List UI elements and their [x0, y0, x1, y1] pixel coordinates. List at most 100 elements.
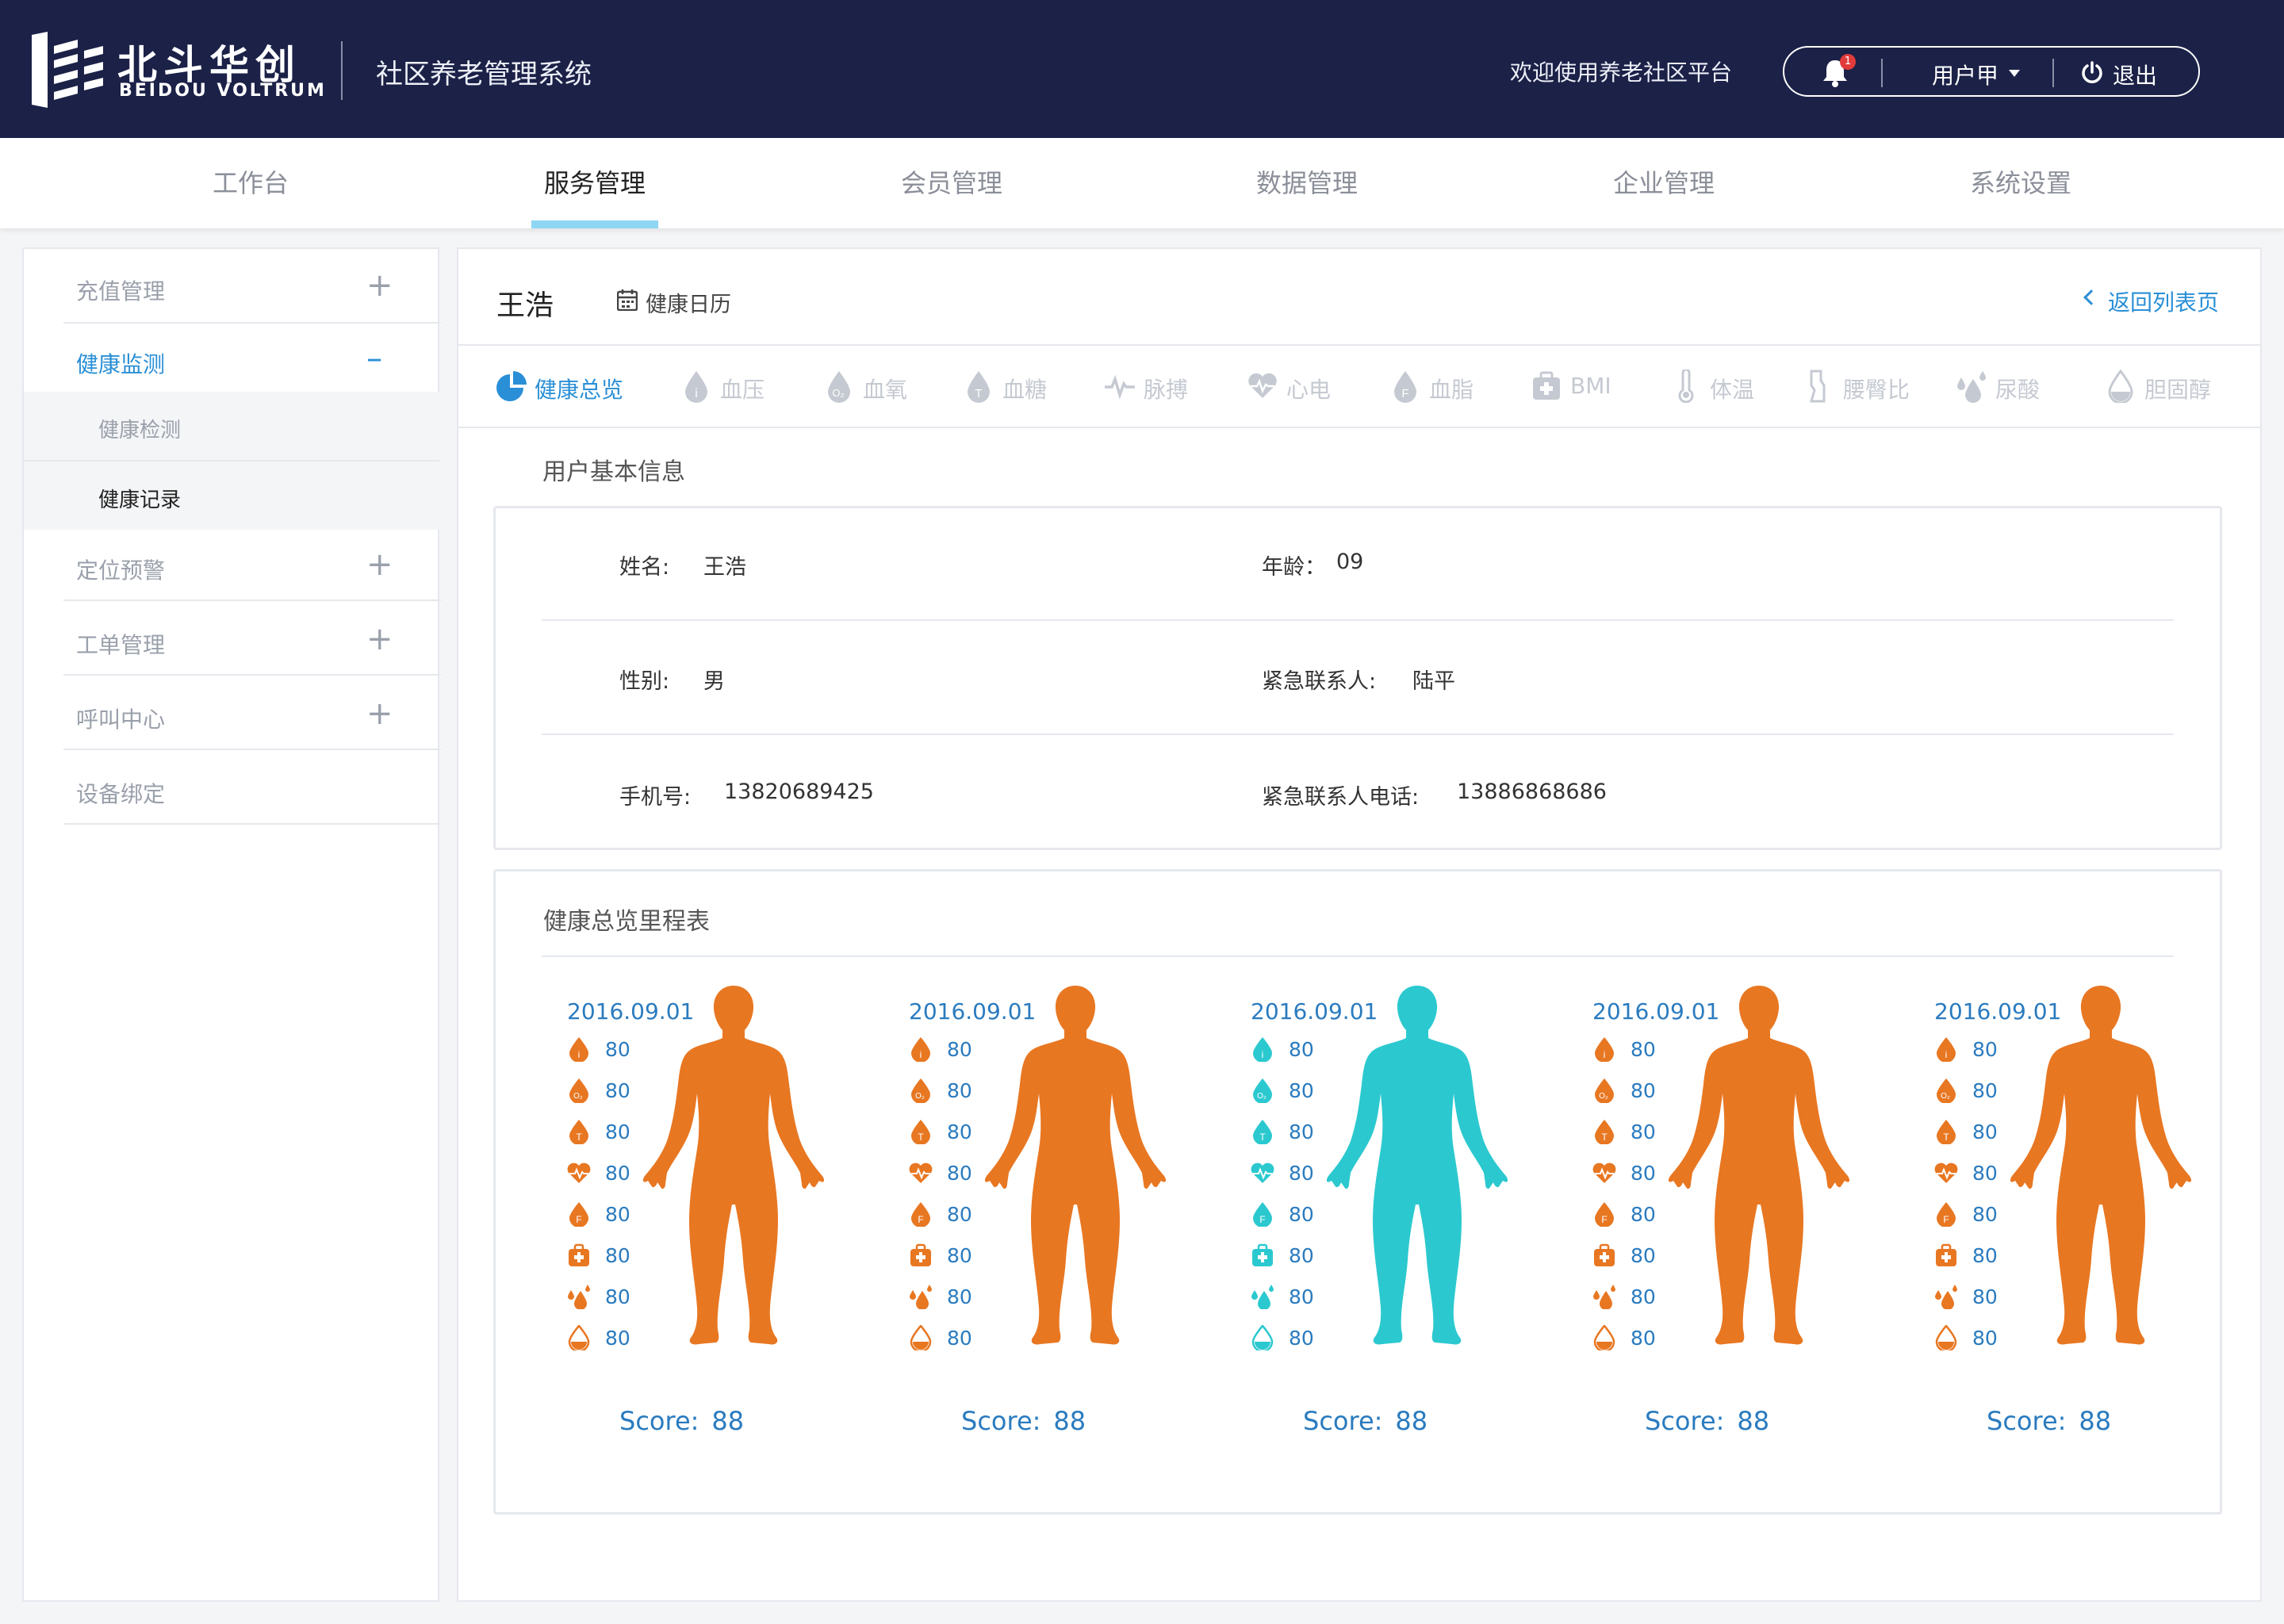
- metric-value: 80: [1631, 1038, 1656, 1061]
- sidebar-item-label: 设备绑定: [76, 781, 166, 807]
- blood-lipid-icon: F: [1253, 1202, 1272, 1227]
- svg-text:T: T: [1943, 1132, 1949, 1143]
- human-body-icon: [2010, 986, 2192, 1345]
- user-menu[interactable]: 用户甲: [1932, 59, 1998, 90]
- health-entry[interactable]: 2016.09.01 i 80 O₂ 80 T 80 80 F 80 80 80 80 Score: 88: [909, 986, 1250, 1474]
- metric-value: 80: [1289, 1038, 1314, 1061]
- human-body-icon: [1326, 986, 1508, 1345]
- expand-icon[interactable]: +: [366, 623, 393, 655]
- blood-sugar-icon: T: [569, 1120, 588, 1144]
- metric-value: 80: [1972, 1327, 1998, 1350]
- sidebar-item-call-center[interactable]: 呼叫中心 +: [24, 679, 401, 753]
- uric-acid-icon: [1593, 1285, 1615, 1309]
- emergency-contact-label: 紧急联系人:: [1262, 669, 1377, 694]
- svg-text:i: i: [1604, 1049, 1606, 1060]
- blood-lipid-icon: F: [1595, 1202, 1614, 1227]
- sidebar-item-location-alert[interactable]: 定位预警 +: [24, 530, 401, 604]
- collapse-icon[interactable]: –: [366, 343, 382, 374]
- expand-icon[interactable]: +: [366, 549, 393, 580]
- metric-value: 80: [1289, 1120, 1314, 1143]
- blood-lipid-icon: F: [911, 1202, 930, 1227]
- score-label: Score:: [1645, 1406, 1725, 1436]
- metric-value: 80: [1289, 1203, 1314, 1226]
- tab-member-management[interactable]: 会员管理: [872, 138, 1031, 228]
- uric-acid-icon: [568, 1285, 590, 1309]
- power-icon[interactable]: [2079, 60, 2105, 86]
- score-label: Score:: [1987, 1406, 2067, 1436]
- emergency-phone-value: 13886868686: [1457, 779, 1607, 804]
- health-entry[interactable]: 2016.09.01 i 80 O₂ 80 T 80 80 F 80 80 80 80 Score: 88: [1251, 986, 1592, 1474]
- uric-acid-icon: [910, 1285, 932, 1309]
- bmi-icon: [1252, 1243, 1273, 1266]
- logo-mark-icon: [32, 32, 103, 108]
- cholesterol-icon: [910, 1325, 932, 1350]
- metric-value: 80: [947, 1327, 972, 1350]
- score-text: Score: 88: [961, 1406, 1086, 1436]
- calendar-icon[interactable]: [617, 289, 638, 311]
- svg-text:F: F: [918, 1214, 923, 1225]
- metric-value: 80: [1289, 1327, 1314, 1350]
- logout-button[interactable]: 退出: [2113, 59, 2157, 90]
- back-to-list-link[interactable]: 返回列表页: [2108, 285, 2219, 317]
- score-value: 88: [2079, 1406, 2112, 1436]
- svg-text:T: T: [1259, 1132, 1266, 1143]
- metric-label: 尿酸: [1995, 377, 2041, 403]
- health-calendar-link[interactable]: 健康日历: [646, 287, 731, 318]
- divider: [63, 599, 441, 601]
- metric-label: 体温: [1710, 377, 1755, 403]
- metric-value: 80: [1972, 1038, 1998, 1061]
- emergency-phone-label: 紧急联系人电话:: [1262, 785, 1420, 810]
- chevron-left-icon[interactable]: [2083, 289, 2099, 305]
- tab-workbench[interactable]: 工作台: [171, 138, 330, 228]
- pill-divider: [1881, 59, 1883, 87]
- svg-text:i: i: [1945, 1049, 1948, 1060]
- blood-sugar-icon: T: [968, 371, 990, 403]
- svg-text:F: F: [1259, 1214, 1265, 1225]
- tab-service-management[interactable]: 服务管理: [515, 138, 674, 228]
- blood-oxygen-icon: O₂: [828, 371, 850, 403]
- sidebar-item-device-binding[interactable]: 设备绑定: [24, 753, 401, 828]
- logo-text-en: BEIDOU VOLTRUM: [119, 81, 327, 101]
- metric-value: 80: [947, 1244, 972, 1267]
- health-entry[interactable]: 2016.09.01 i 80 O₂ 80 T 80 80 F 80 80 80 80 Score: 88: [567, 986, 908, 1474]
- expand-icon[interactable]: +: [366, 270, 393, 301]
- score-text: Score: 88: [1303, 1406, 1428, 1436]
- blood-oxygen-icon: O₂: [1595, 1078, 1614, 1103]
- score-text: Score: 88: [1987, 1406, 2111, 1436]
- expand-icon[interactable]: +: [366, 698, 393, 730]
- score-label: Score:: [1303, 1406, 1383, 1436]
- thermometer-icon: [1678, 370, 1694, 403]
- metric-label: 胆固醇: [2144, 377, 2212, 403]
- blood-lipid-icon: F: [1937, 1202, 1956, 1227]
- health-entry[interactable]: 2016.09.01 i 80 O₂ 80 T 80 80 F 80 80 80 80 Score: 88: [1934, 986, 2275, 1474]
- metric-value: 80: [605, 1244, 630, 1267]
- metric-label: 心电: [1286, 377, 1332, 403]
- cholesterol-icon: [2108, 370, 2133, 403]
- metric-value: 80: [1972, 1203, 1998, 1226]
- tab-data-management[interactable]: 数据管理: [1228, 138, 1386, 228]
- sidebar-item-recharge[interactable]: 充值管理 +: [24, 251, 401, 325]
- tab-enterprise-management[interactable]: 企业管理: [1585, 138, 1743, 228]
- caret-down-icon[interactable]: [2009, 70, 2020, 77]
- human-body-icon: [642, 986, 825, 1345]
- metric-value: 80: [1972, 1244, 1998, 1267]
- metric-value: 80: [1289, 1079, 1314, 1102]
- metric-label: 血氧: [863, 377, 908, 403]
- sidebar-item-work-orders[interactable]: 工单管理 +: [24, 604, 401, 679]
- sidebar-item-health-monitoring[interactable]: 健康监测 –: [24, 324, 401, 398]
- health-entry[interactable]: 2016.09.01 i 80 O₂ 80 T 80 80 F 80 80 80 80 Score: 88: [1592, 986, 1933, 1474]
- cholesterol-icon: [1593, 1325, 1615, 1350]
- sidebar-subitem-health-records[interactable]: 健康记录: [24, 462, 439, 530]
- bmi-icon: [1594, 1243, 1615, 1266]
- svg-text:F: F: [576, 1214, 581, 1225]
- metric-value: 80: [1289, 1244, 1314, 1267]
- score-label: Score:: [961, 1406, 1041, 1436]
- pulse-icon: [1105, 374, 1135, 400]
- sidebar-item-label: 定位预警: [76, 557, 166, 584]
- tab-system-settings[interactable]: 系统设置: [1941, 138, 2100, 228]
- blood-lipid-icon: F: [1394, 371, 1416, 403]
- sidebar-subitem-health-check[interactable]: 健康检测: [24, 392, 439, 460]
- sidebar-item-label: 工单管理: [76, 632, 166, 658]
- metric-value: 80: [1631, 1120, 1656, 1143]
- blood-pressure-icon: i: [911, 1037, 930, 1062]
